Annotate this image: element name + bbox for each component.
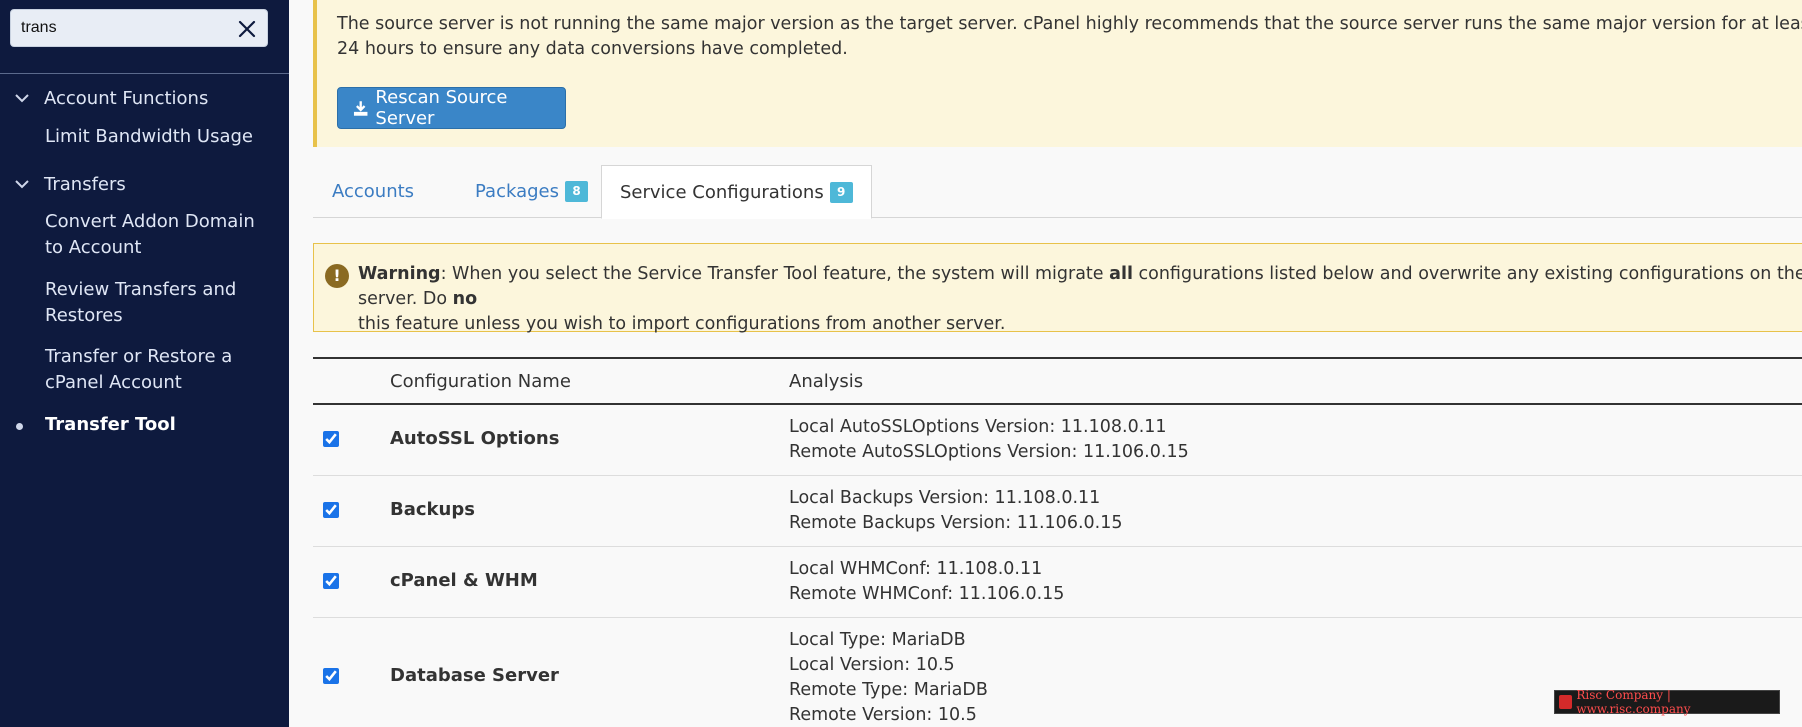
main-content: The source server is not running the sam…	[289, 0, 1802, 727]
column-header-name: Configuration Name	[390, 371, 571, 392]
sidebar-divider	[0, 73, 289, 74]
download-icon	[353, 100, 368, 116]
table-header: Configuration Name Analysis	[313, 357, 1802, 405]
column-header-analysis: Analysis	[789, 371, 864, 392]
version-alert: The source server is not running the sam…	[313, 0, 1802, 147]
table-row: Backups Local Backups Version: 11.108.0.…	[313, 476, 1802, 547]
sidebar-group-label: Transfers	[44, 174, 126, 195]
config-name: Backups	[390, 499, 475, 520]
chevron-down-icon	[15, 180, 29, 189]
sidebar-item-transfer-restore[interactable]: Transfer or Restore a cPanel Account	[45, 344, 265, 396]
analysis-line: Local Version: 10.5	[789, 655, 955, 675]
config-analysis: Local AutoSSLOptions Version: 11.108.0.1…	[789, 415, 1189, 465]
table-row: AutoSSL Options Local AutoSSLOptions Ver…	[313, 405, 1802, 476]
sidebar-item-limit-bandwidth[interactable]: Limit Bandwidth Usage	[45, 124, 265, 150]
tab-label: Packages	[475, 181, 559, 202]
rescan-button-label: Rescan Source Server	[375, 87, 508, 129]
watermark-text: Risc Company | www.risc.company	[1576, 688, 1691, 716]
tab-accounts[interactable]: Accounts	[332, 165, 414, 218]
tab-label: Accounts	[332, 181, 415, 202]
config-analysis: Local Backups Version: 11.108.0.11 Remot…	[789, 486, 1122, 536]
table-row: cPanel & WHM Local WHMConf: 11.108.0.11 …	[313, 547, 1802, 618]
sidebar-item-convert-addon[interactable]: Convert Addon Domain to Account	[45, 209, 265, 261]
row-checkbox[interactable]	[323, 668, 339, 684]
count-badge: 9	[829, 181, 853, 203]
analysis-line: Local Type: MariaDB	[789, 630, 966, 650]
tab-bar: Accounts Packages 8 Service Configuratio…	[313, 165, 1802, 219]
search-input[interactable]	[21, 17, 221, 39]
warning-text-part: this feature unless you wish to import c…	[358, 314, 1006, 334]
row-checkbox[interactable]	[323, 431, 339, 447]
search-box	[10, 9, 268, 47]
watermark: Risc Company | www.risc.company	[1554, 688, 1780, 716]
analysis-line: Remote AutoSSLOptions Version: 11.106.0.…	[789, 442, 1189, 462]
chevron-down-icon	[15, 94, 29, 103]
config-name: Database Server	[390, 665, 559, 686]
service-config-table: Configuration Name Analysis AutoSSL Opti…	[313, 357, 1802, 727]
analysis-line: Remote Version: 10.5	[789, 705, 977, 725]
row-checkbox[interactable]	[323, 573, 339, 589]
tab-packages[interactable]: Packages 8	[475, 165, 588, 218]
config-name: AutoSSL Options	[390, 428, 560, 449]
config-analysis: Local Type: MariaDB Local Version: 10.5 …	[789, 628, 988, 727]
warning-alert: ! Warning: When you select the Service T…	[313, 243, 1802, 334]
analysis-line: Remote Type: MariaDB	[789, 680, 988, 700]
analysis-line: Local WHMConf: 11.108.0.11	[789, 559, 1043, 579]
analysis-line: Remote WHMConf: 11.106.0.15	[789, 584, 1065, 604]
analysis-line: Local Backups Version: 11.108.0.11	[789, 488, 1101, 508]
row-checkbox[interactable]	[323, 502, 339, 518]
sidebar-item-transfer-tool[interactable]: Transfer Tool	[45, 412, 265, 438]
version-alert-text: The source server is not running the sam…	[337, 14, 1802, 59]
tab-service-configurations[interactable]: Service Configurations 9	[601, 165, 872, 219]
tab-label: Service Configurations	[620, 181, 824, 203]
warning-bold: no	[452, 289, 478, 309]
sidebar: Account Functions Limit Bandwidth Usage …	[0, 0, 289, 727]
analysis-line: Remote Backups Version: 11.106.0.15	[789, 513, 1123, 533]
count-badge: 8	[565, 181, 588, 202]
warning-bold: all	[1109, 264, 1133, 284]
brand-logo-icon	[1559, 695, 1573, 709]
config-name: cPanel & WHM	[390, 570, 538, 591]
exclamation-icon: !	[325, 264, 349, 288]
config-analysis: Local WHMConf: 11.108.0.11 Remote WHMCon…	[789, 557, 1064, 607]
warning-title: Warning	[358, 264, 441, 284]
analysis-line: Local AutoSSLOptions Version: 11.108.0.1…	[789, 417, 1167, 437]
close-icon[interactable]	[236, 18, 258, 40]
sidebar-item-review-transfers[interactable]: Review Transfers and Restores	[45, 277, 265, 329]
sidebar-group-label: Account Functions	[44, 88, 209, 109]
warning-text-part: : When you select the Service Transfer T…	[440, 264, 1110, 284]
warning-text: Warning: When you select the Service Tra…	[358, 262, 1802, 337]
active-bullet-icon	[16, 423, 23, 430]
rescan-source-server-button[interactable]: Rescan Source Server	[337, 87, 566, 129]
